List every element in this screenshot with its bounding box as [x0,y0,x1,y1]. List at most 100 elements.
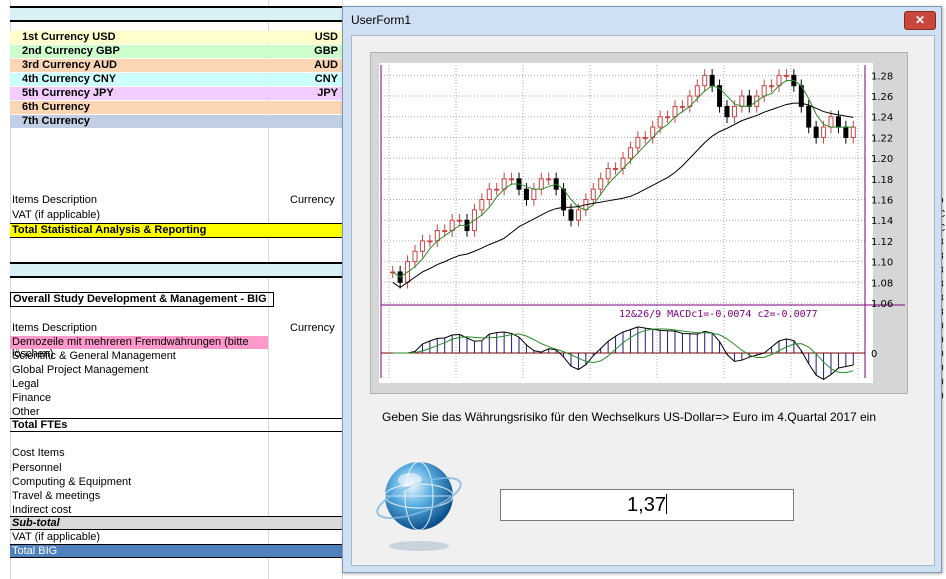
items-description-label: Items Description [12,194,97,206]
currency-code: CNY [314,73,338,85]
total-ftes-row[interactable]: Total FTEs [10,418,342,432]
fte-row[interactable]: Legal [12,378,39,391]
risk-prompt-label: Geben Sie das Währungsrisiko für den Wec… [382,410,877,424]
candle-body [739,95,745,107]
chart-image: 1.28 1.26 1.24 1.22 1.20 1.18 1.16 1.14 1.12 1.10… [370,52,908,394]
candle-body [575,209,581,221]
price-tick-label: 1.16 [871,196,893,207]
candle-body [702,74,708,87]
price-tick-label: 1.12 [871,237,893,248]
candle-body [494,188,500,191]
candle-body [806,105,812,128]
cost-row[interactable]: Personnel [12,462,62,475]
currency-row[interactable]: 4th Currency CNY CNY [10,73,342,86]
cost-row[interactable]: Computing & Equipment [12,476,131,489]
section-separator [10,262,342,278]
candle-body [813,126,819,138]
title-bar[interactable]: UserForm1 ✕ [343,7,941,33]
currency-header: Currency [290,194,335,206]
candle-body [679,105,685,108]
candle-body [761,85,767,97]
candle-body [598,178,604,190]
currency-label: 3rd Currency AUD [22,59,117,71]
candle-body [419,240,425,252]
candle-body [568,209,574,221]
vat-row-2[interactable]: VAT (if applicable) [12,531,100,544]
currency-label: 5th Currency JPY [22,87,114,99]
userform-dialog: UserForm1 ✕ 1.28 1.26 1.24 1.22 1.20 1.18 1.16… [342,6,942,573]
candle-body [457,219,463,222]
currency-code: USD [314,31,338,43]
candle-body [613,167,619,170]
price-tick-label: 1.08 [871,278,893,289]
globe-icon [374,446,464,556]
price-tick-label: 1.14 [871,216,893,227]
header-band [10,6,342,22]
price-chart: 1.28 1.26 1.24 1.22 1.20 1.18 1.16 1.14 1.12 1.10… [379,63,905,383]
currency-row[interactable]: 3rd Currency AUD AUD [10,59,342,72]
candle-body [442,230,448,233]
candle-body [479,199,485,211]
currency-label: 4th Currency CNY [22,73,117,85]
fte-row[interactable]: Finance [12,392,51,405]
currency-code: GBP [314,45,338,57]
risk-input[interactable]: 1,37 [500,489,794,521]
price-tick-label: 1.24 [871,113,893,124]
fte-row[interactable]: Scientific & General Management [12,350,176,363]
total-big-label: Total BIG [12,545,58,557]
candle-body [486,188,492,201]
candle-body [724,105,730,118]
fte-row[interactable]: Global Project Management [12,364,148,377]
candle-body [828,116,834,128]
total-statistical-row[interactable]: Total Statistical Analysis & Reporting [10,223,342,238]
price-tick-label: 1.18 [871,175,893,186]
currency-row[interactable]: 2nd Currency GBP GBP [10,45,342,58]
overall-title: Overall Study Development & Management -… [13,293,267,305]
candle-body [546,178,552,181]
price-tick-label: 1.22 [871,133,893,144]
candle-body [769,85,775,88]
candle-body [412,250,418,263]
close-button[interactable]: ✕ [904,11,936,30]
currency-label: 2nd Currency GBP [22,45,120,57]
vat-row[interactable]: VAT (if applicable) [12,209,100,222]
cost-items-label: Cost Items [12,447,65,459]
candle-body [843,126,849,138]
candle-body [627,147,633,159]
currency-row[interactable]: 6th Currency [10,101,342,114]
currency-row[interactable]: 7th Currency [10,115,342,128]
macd-zero-label: 0 [871,349,877,360]
price-tick-label: 1.06 [871,299,893,310]
candle-body [709,74,715,87]
currency-code: AUD [314,59,338,71]
total-big-row[interactable]: Total BIG [10,544,342,558]
candle-body [665,116,671,119]
candle-body [538,178,544,190]
price-tick-label: 1.20 [871,154,893,165]
total-ftes-label: Total FTEs [12,419,68,431]
overall-title-row[interactable]: Overall Study Development & Management -… [10,292,274,307]
price-tick-label: 1.26 [871,92,893,103]
subtotal-row[interactable]: Sub-total [10,516,342,530]
total-statistical-label: Total Statistical Analysis & Reporting [12,224,207,236]
currency-label: 6th Currency [22,101,90,113]
currency-row[interactable]: 1st Currency USD USD [10,31,342,44]
price-tick-label: 1.10 [871,258,893,269]
demo-row[interactable]: Demozeile mit mehreren Fremdwährungen (b… [10,336,268,360]
candle-body [694,85,700,97]
candle-body [635,136,641,149]
macd-label: 12&26/9 MACDc1=-0.0074 c2=-0.0077 [619,309,818,320]
candle-body [783,74,789,77]
currency-code: JPY [317,87,338,99]
candle-body [821,126,827,138]
risk-input-value: 1,37 [627,494,666,516]
candle-body [523,188,529,201]
cost-row[interactable]: Travel & meetings [12,490,100,503]
candle-body [605,167,611,180]
candle-body [850,126,856,138]
subtotal-label: Sub-total [12,517,60,529]
dialog-title: UserForm1 [351,13,412,27]
price-tick-label: 1.28 [871,71,893,82]
close-icon: ✕ [914,13,926,27]
currency-row[interactable]: 5th Currency JPY JPY [10,87,342,100]
